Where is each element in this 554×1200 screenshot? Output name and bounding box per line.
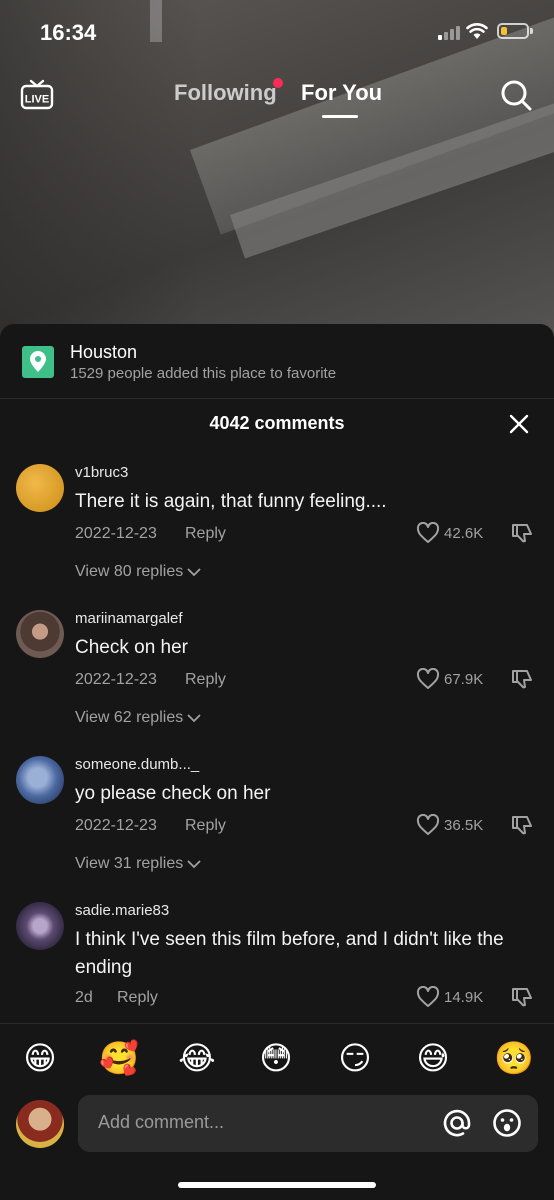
comment-date: 2022-12-23 <box>75 671 157 688</box>
comments-count: 4042 comments <box>209 413 345 433</box>
view-replies-button[interactable]: View 80 replies <box>75 563 201 581</box>
reply-button[interactable]: Reply <box>185 817 226 835</box>
emoji-sweat-smile[interactable]: 😅 <box>414 1039 452 1077</box>
heart-icon <box>416 668 440 689</box>
emoji-grin[interactable]: 😁 <box>21 1039 59 1077</box>
emoji-picker-icon[interactable] <box>492 1108 522 1138</box>
close-icon[interactable] <box>508 413 530 435</box>
live-icon[interactable]: LIVE <box>20 77 54 111</box>
view-replies-label: View 31 replies <box>75 855 184 872</box>
view-replies-label: View 80 replies <box>75 563 184 580</box>
current-user-avatar[interactable] <box>16 1100 64 1148</box>
avatar[interactable] <box>16 902 64 950</box>
like-button[interactable]: 36.5K <box>416 814 483 836</box>
comment-date: 2022-12-23 <box>75 525 157 542</box>
reply-button[interactable]: Reply <box>185 525 226 543</box>
comment-username[interactable]: someone.dumb..._ <box>75 756 199 773</box>
status-bar: 16:34 <box>0 0 554 62</box>
emoji-quick-bar: 😁 🥰 😂 😳 😏 😅 🥺 <box>0 1023 554 1095</box>
dislike-icon[interactable] <box>510 813 534 837</box>
like-button[interactable]: 67.9K <box>416 668 483 690</box>
reply-button[interactable]: Reply <box>117 989 158 1007</box>
comment-username[interactable]: mariinamargalef <box>75 610 183 627</box>
heart-icon <box>416 814 440 835</box>
comment-text: Check on her <box>75 637 189 658</box>
reply-button[interactable]: Reply <box>185 671 226 689</box>
home-indicator[interactable] <box>178 1182 376 1188</box>
view-replies-label: View 62 replies <box>75 709 184 726</box>
comment-text: I think I've seen this film before, and … <box>75 929 504 978</box>
battery-icon <box>497 23 533 39</box>
place-banner[interactable]: Houston 1529 people added this place to … <box>0 324 554 399</box>
status-time: 16:34 <box>40 20 97 45</box>
tab-for-you[interactable]: For You <box>301 80 382 106</box>
comment-username[interactable]: v1bruc3 <box>75 464 128 481</box>
comment-text: There it is again, that funny feeling...… <box>75 491 387 512</box>
chevron-down-icon <box>187 860 201 869</box>
cellular-signal-icon <box>438 24 460 40</box>
mention-icon[interactable] <box>442 1108 472 1138</box>
place-title: Houston <box>70 342 138 362</box>
like-button[interactable]: 42.6K <box>416 522 483 544</box>
search-icon[interactable] <box>499 78 533 112</box>
avatar[interactable] <box>16 610 64 658</box>
like-count: 67.9K <box>444 670 484 688</box>
view-replies-button[interactable]: View 31 replies <box>75 855 201 873</box>
tab-following[interactable]: Following <box>174 80 277 106</box>
following-notification-dot <box>273 78 283 88</box>
emoji-smiling-hearts[interactable]: 🥰 <box>99 1039 139 1077</box>
chevron-down-icon <box>187 714 201 723</box>
comment-username[interactable]: sadie.marie83 <box>75 902 169 919</box>
dislike-icon[interactable] <box>510 667 534 691</box>
live-icon-label: LIVE <box>25 94 49 106</box>
emoji-smirk[interactable]: 😏 <box>336 1039 374 1077</box>
comment-date: 2022-12-23 <box>75 817 157 834</box>
comment-date: 2d <box>75 989 93 1006</box>
like-count: 36.5K <box>444 816 484 834</box>
tab-active-indicator <box>322 115 358 118</box>
battery-fill <box>501 27 507 35</box>
comment-input[interactable]: Add comment... <box>78 1095 538 1152</box>
emoji-pleading[interactable]: 🥺 <box>494 1039 534 1077</box>
avatar[interactable] <box>16 464 64 512</box>
chevron-down-icon <box>187 568 201 577</box>
emoji-tears-of-joy[interactable]: 😂 <box>178 1039 216 1077</box>
heart-icon <box>416 522 440 543</box>
comment-input-placeholder: Add comment... <box>98 1112 225 1132</box>
comment-text: yo please check on her <box>75 783 271 804</box>
avatar[interactable] <box>16 756 64 804</box>
dislike-icon[interactable] <box>510 521 534 545</box>
place-subtitle: 1529 people added this place to favorite <box>70 365 337 382</box>
emoji-flushed[interactable]: 😳 <box>257 1039 295 1077</box>
wifi-icon <box>466 23 488 39</box>
like-button[interactable]: 14.9K <box>416 986 483 1008</box>
dislike-icon[interactable] <box>510 985 534 1009</box>
like-count: 14.9K <box>444 988 484 1006</box>
location-pin-icon <box>22 346 54 378</box>
view-replies-button[interactable]: View 62 replies <box>75 709 201 727</box>
like-count: 42.6K <box>444 524 484 542</box>
heart-icon <box>416 986 440 1007</box>
